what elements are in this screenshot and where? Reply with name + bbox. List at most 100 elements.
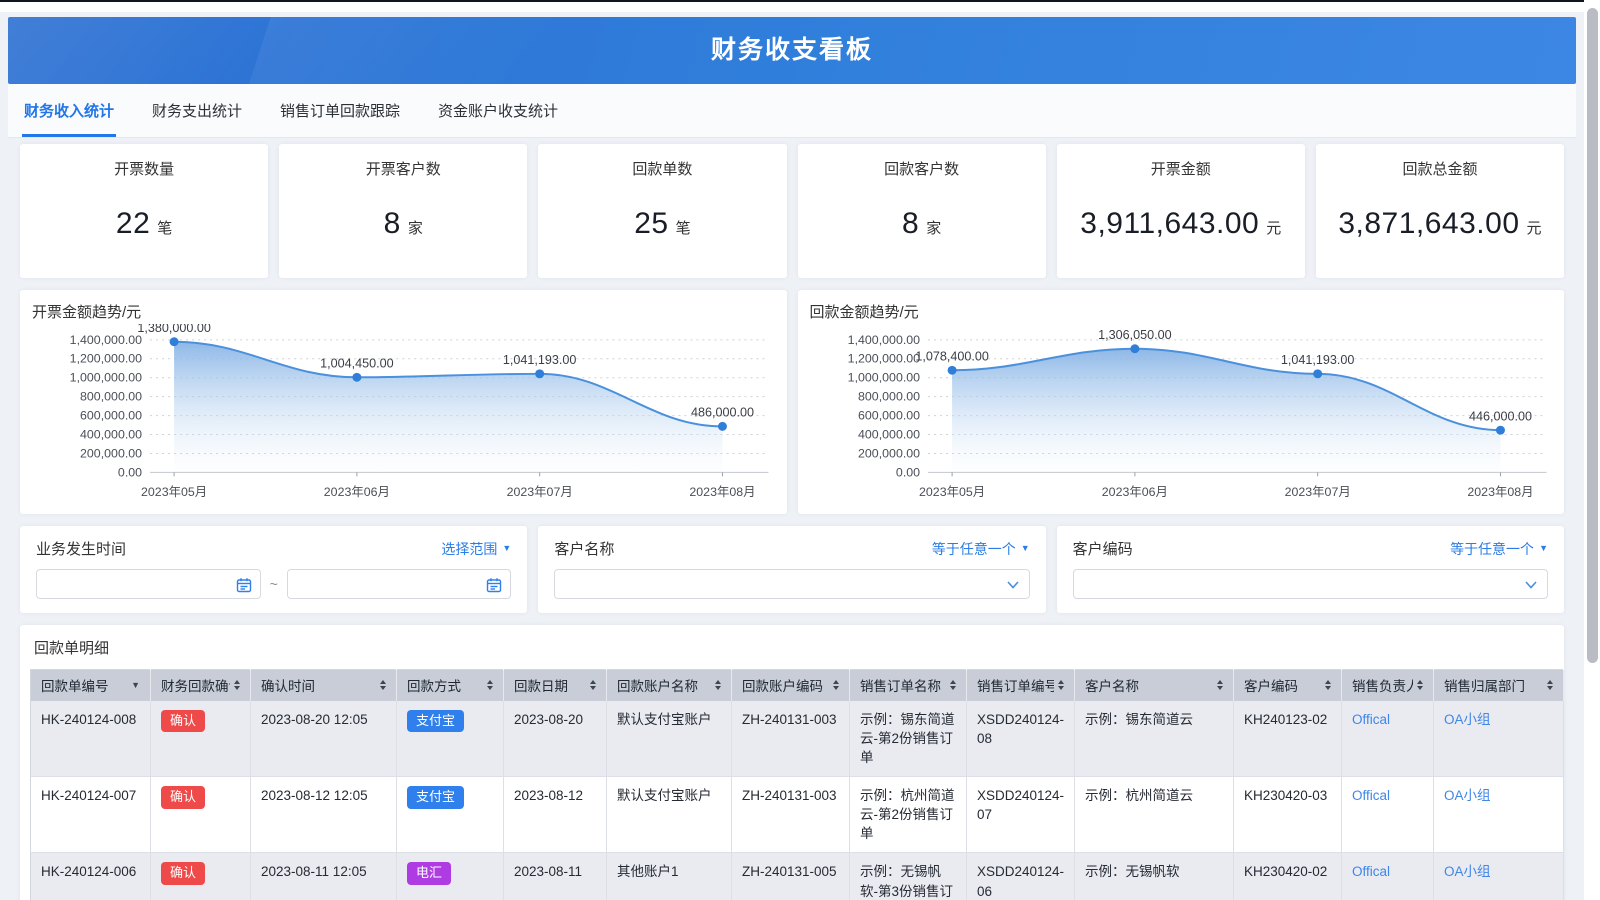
x-tick-label: 2023年07月 [507, 485, 573, 499]
kpi-value: 8 [902, 207, 919, 240]
filter-operator-customer-code[interactable]: 等于任意一个 ▼ [1450, 539, 1548, 559]
sort-icon[interactable] [1325, 680, 1331, 690]
sort-icon[interactable] [380, 680, 386, 690]
sort-icon[interactable] [1217, 680, 1223, 690]
chart-area: 0.00200,000.00400,000.00600,000.00800,00… [32, 324, 775, 510]
kpi-value-wrap: 3,911,643.00 元 [1057, 207, 1305, 241]
sort-icon[interactable] [715, 680, 721, 690]
column-label: 回款日期 [514, 675, 568, 695]
y-tick-label: 1,000,000.00 [70, 371, 143, 385]
sort-icon[interactable] [487, 680, 493, 690]
calendar-icon[interactable] [236, 577, 252, 593]
sort-icon[interactable] [234, 680, 240, 690]
column-header-sales_dept[interactable]: 销售归属部门 [1434, 670, 1564, 701]
x-tick-label: 2023年08月 [689, 485, 755, 499]
column-header-confirm[interactable]: 财务回款确认 [151, 670, 251, 701]
top-strip [0, 2, 1584, 12]
column-header-customer_code[interactable]: 客户编码 [1234, 670, 1342, 701]
cell-sales_person: Offical [1342, 776, 1434, 852]
trend-chart: 0.00200,000.00400,000.00600,000.00800,00… [810, 324, 1553, 510]
chevron-down-icon[interactable] [1525, 581, 1537, 589]
y-tick-label: 200,000.00 [858, 446, 920, 460]
cell-customer_name: 示例：杭州简道云 [1075, 776, 1234, 852]
column-header-order_name[interactable]: 销售订单名称 [850, 670, 967, 701]
cell-code: HK-240124-007 [31, 776, 151, 852]
customer-name-input[interactable] [555, 570, 1028, 598]
tab-4[interactable]: 资金账户收支统计 [436, 84, 560, 137]
customer-code-input[interactable] [1074, 570, 1547, 598]
filter-operator-customer-name[interactable]: 等于任意一个 ▼ [932, 539, 1030, 559]
column-header-date[interactable]: 回款日期 [504, 670, 607, 701]
filter-operator-time[interactable]: 选择范围 ▼ [441, 539, 511, 559]
sort-icon[interactable] [1417, 680, 1423, 690]
caret-down-icon: ▼ [1021, 544, 1030, 553]
kpi-unit: 家 [926, 220, 941, 237]
sales_dept-link[interactable]: OA小组 [1444, 712, 1491, 727]
column-header-account_name[interactable]: 回款账户名称 [607, 670, 732, 701]
y-tick-label: 1,400,000.00 [70, 333, 143, 347]
y-tick-label: 1,400,000.00 [847, 333, 920, 347]
column-label: 客户编码 [1244, 675, 1298, 695]
filter-caret-icon[interactable]: ▼ [131, 681, 140, 690]
x-tick-label: 2023年06月 [324, 485, 390, 499]
cell-account_code: ZH-240131-005 [732, 853, 850, 900]
sort-icon[interactable] [950, 680, 956, 690]
sort-icon[interactable] [1058, 680, 1064, 690]
sort-icon[interactable] [833, 680, 839, 690]
data-point [1130, 344, 1139, 353]
column-label: 客户名称 [1085, 675, 1139, 695]
column-header-code[interactable]: 回款单编号▼ [31, 670, 151, 701]
sort-icon[interactable] [590, 680, 596, 690]
kpi-value-wrap: 25笔 [538, 207, 786, 241]
cell-account_name: 默认支付宝账户 [607, 776, 732, 852]
scrollbar-thumb[interactable] [1587, 8, 1598, 663]
cell-sales_person: Offical [1342, 701, 1434, 777]
kpi-row: 开票数量22笔开票客户数8家回款单数25笔回款客户数8家开票金额3,911,64… [20, 144, 1564, 278]
tab-3[interactable]: 销售订单回款跟踪 [278, 84, 402, 137]
page-scrollbar[interactable] [1584, 0, 1600, 900]
customer-name-select [554, 569, 1029, 599]
sales_person-link[interactable]: Offical [1352, 788, 1390, 803]
column-header-customer_name[interactable]: 客户名称 [1075, 670, 1234, 701]
y-tick-label: 200,000.00 [80, 446, 142, 460]
cell-code: HK-240124-008 [31, 701, 151, 777]
cell-account_code: ZH-240131-003 [732, 701, 850, 777]
chart-title: 回款金额趋势/元 [810, 301, 1553, 322]
column-header-order_code[interactable]: 销售订单编号 [967, 670, 1075, 701]
customer-code-select [1073, 569, 1548, 599]
repayment-detail-card: 回款单明细 回款单编号▼财务回款确认确认时间回款方式回款日期回款账户名称回款账户… [20, 625, 1564, 900]
kpi-value: 3,911,643.00 [1080, 207, 1259, 240]
date-start-wrap [36, 569, 261, 599]
sales_person-link[interactable]: Offical [1352, 712, 1390, 727]
filter-row: 业务发生时间 选择范围 ▼ ~ [20, 526, 1564, 613]
chevron-down-icon[interactable] [1007, 581, 1019, 589]
payment-method-badge: 电汇 [407, 862, 451, 885]
data-point [1313, 369, 1322, 378]
y-tick-label: 0.00 [895, 465, 919, 479]
x-tick-label: 2023年05月 [919, 485, 985, 499]
table-row: HK-240124-006确认2023-08-11 12:05电汇2023-08… [31, 853, 1564, 900]
sales_person-link[interactable]: Offical [1352, 864, 1390, 879]
date-end-input[interactable] [288, 570, 511, 598]
calendar-icon[interactable] [486, 577, 502, 593]
area-fill [952, 349, 1500, 473]
table-row: HK-240124-007确认2023-08-12 12:05支付宝2023-0… [31, 776, 1564, 852]
y-tick-label: 400,000.00 [858, 428, 920, 442]
kpi-value-wrap: 22笔 [20, 207, 268, 241]
date-start-input[interactable] [37, 570, 260, 598]
column-header-confirm_time[interactable]: 确认时间 [251, 670, 397, 701]
column-header-method[interactable]: 回款方式 [397, 670, 504, 701]
date-range-separator: ~ [270, 576, 278, 592]
sales_dept-link[interactable]: OA小组 [1444, 864, 1491, 879]
column-label: 销售订单编号 [977, 675, 1054, 695]
data-label: 1,041,193.00 [503, 353, 577, 367]
tab-1[interactable]: 财务收入统计 [22, 84, 116, 137]
kpi-card-2: 开票客户数8家 [279, 144, 527, 278]
sort-icon[interactable] [1547, 680, 1553, 690]
sales_dept-link[interactable]: OA小组 [1444, 788, 1491, 803]
column-header-sales_person[interactable]: 销售负责人 [1342, 670, 1434, 701]
column-header-account_code[interactable]: 回款账户编码 [732, 670, 850, 701]
kpi-unit: 元 [1266, 220, 1281, 237]
chart-title: 开票金额趋势/元 [32, 301, 775, 322]
tab-2[interactable]: 财务支出统计 [150, 84, 244, 137]
